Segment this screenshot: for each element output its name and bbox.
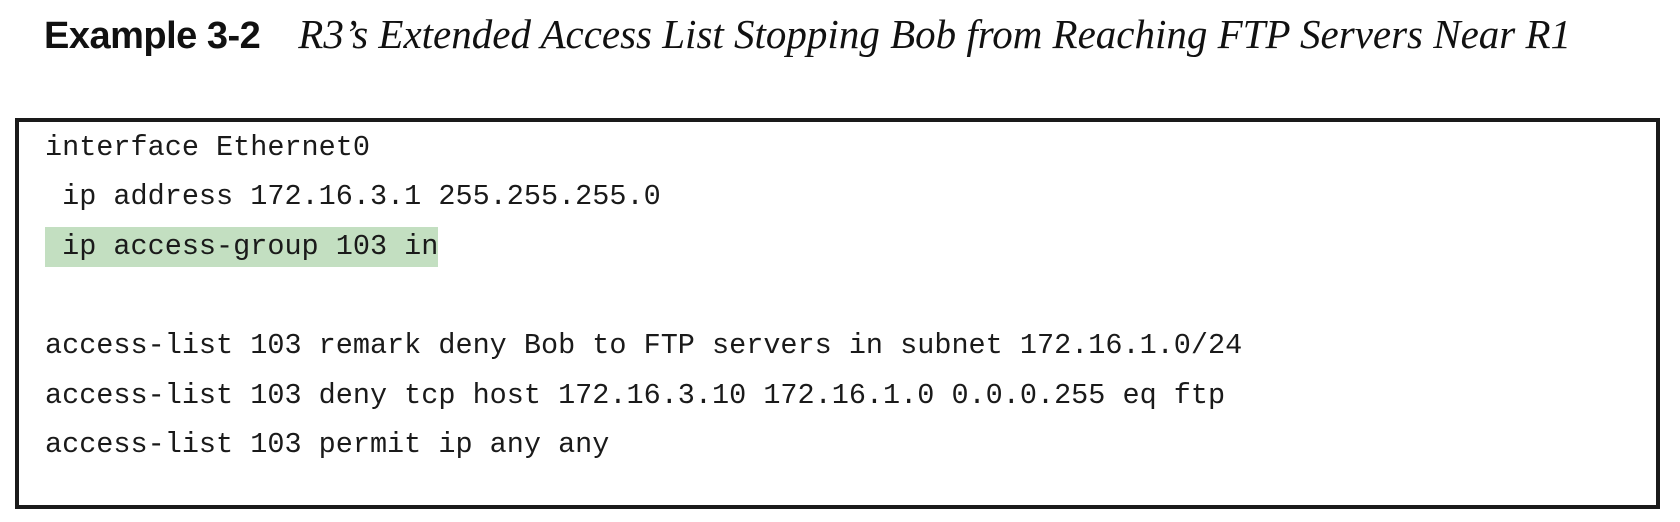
code-line: access-list 103 remark deny Bob to FTP s…	[45, 329, 1243, 362]
example-caption: R3’s Extended Access List Stopping Bob f…	[298, 11, 1572, 57]
code-line: interface Ethernet0	[45, 131, 370, 164]
code-line: access-list 103 permit ip any any	[45, 428, 610, 461]
document-page: Example 3-2 R3’s Extended Access List Sto…	[0, 0, 1680, 522]
example-heading: Example 3-2 R3’s Extended Access List Sto…	[44, 8, 1644, 62]
code-listing: interface Ethernet0 ip address 172.16.3.…	[15, 118, 1660, 509]
code-line-highlighted: ip access-group 103 in	[45, 227, 439, 267]
code-line: ip address 172.16.3.1 255.255.255.0	[45, 180, 661, 213]
example-label: Example 3-2	[44, 15, 261, 57]
code-line: access-list 103 deny tcp host 172.16.3.1…	[45, 379, 1226, 412]
